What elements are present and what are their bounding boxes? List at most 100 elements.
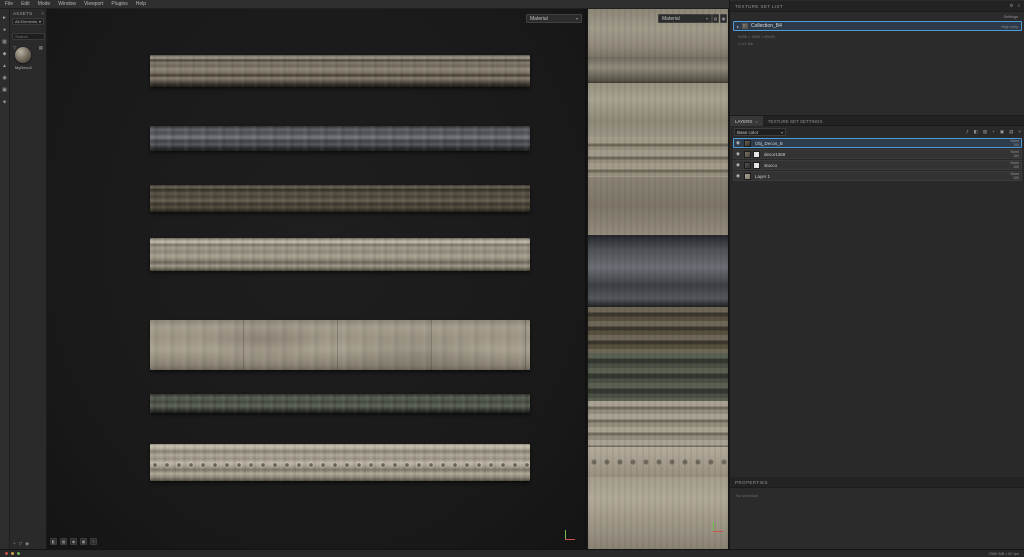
menu-plugins[interactable]: Plugins	[111, 1, 127, 7]
shading-mode-value: Material	[530, 15, 548, 22]
viewport-menu-icon[interactable]: ≡	[90, 538, 97, 545]
opacity-field[interactable]: 100	[1013, 154, 1019, 158]
axis-gizmo-2d	[711, 521, 723, 533]
application-window: File Edit Mode Window Viewport Plugins H…	[0, 0, 1024, 557]
tab-settings-label: TEXTURE SET SETTINGS	[767, 119, 823, 124]
paint-tool-icon[interactable]: ●	[1, 27, 8, 34]
trim-mesh-5[interactable]	[150, 320, 530, 370]
camera-settings-icon[interactable]: ◧	[50, 538, 57, 545]
delete-layer-icon[interactable]: ×	[1018, 129, 1021, 135]
layer-thumbnail[interactable]	[744, 150, 751, 158]
layer-name: decor1369	[764, 151, 786, 157]
filter-assets-icon[interactable]: ▽	[19, 541, 22, 547]
visibility-eye-icon[interactable]: ◉	[736, 173, 744, 179]
axis-gizmo-3d	[563, 529, 575, 541]
texture-set-detail: High poly	[1001, 23, 1018, 29]
visibility-eye-icon[interactable]: ◉	[736, 162, 744, 168]
tab-layers-label: LAYERS	[735, 119, 753, 124]
uv-padding-toggle-icon[interactable]: ▤	[712, 14, 719, 23]
visibility-eye-icon[interactable]: ◉	[736, 140, 744, 146]
ok-indicator	[17, 552, 20, 555]
trim-mesh-3[interactable]	[150, 185, 530, 212]
material-thumbnail[interactable]	[15, 47, 31, 63]
layer-mask-thumbnail[interactable]	[753, 150, 760, 158]
assets-search-input[interactable]	[12, 33, 45, 40]
layer-thumbnail[interactable]	[744, 172, 751, 180]
add-paint-layer-icon[interactable]: +	[992, 129, 995, 135]
material-thumbnail-label: MyDeco2	[15, 65, 32, 70]
layer-mask-thumbnail[interactable]	[753, 161, 760, 169]
texture-noise-overlay	[588, 9, 728, 549]
expander-icon[interactable]: ▸	[737, 24, 739, 29]
polygon-fill-tool-icon[interactable]: ▲	[1, 63, 8, 70]
grid-view-icon[interactable]: ▦	[39, 45, 43, 51]
tiling-toggle-icon[interactable]: ▣	[720, 14, 727, 23]
select-tool-icon[interactable]: ►	[1, 15, 8, 22]
assets-panel: ASSETS × All Elements ▾ ▽ ▦ MyDeco2 + ▽ …	[10, 9, 47, 549]
status-bar: 2980 MB • 60 fps	[0, 549, 1024, 557]
layer-name: Layer 1	[755, 173, 771, 179]
material-picker-tool-icon[interactable]: ◈	[1, 99, 8, 106]
layer-name: Obj_Decos_B	[755, 140, 783, 146]
smudge-tool-icon[interactable]: ◉	[1, 75, 8, 82]
clone-tool-icon[interactable]: ▣	[1, 87, 8, 94]
environment-icon[interactable]: ◉	[70, 538, 77, 545]
layer-thumbnail[interactable]	[744, 161, 751, 169]
menubar: File Edit Mode Window Viewport Plugins H…	[0, 0, 729, 9]
asset-info-icon[interactable]: ◉	[25, 541, 29, 547]
shading-mode-value-2d: Material	[662, 15, 680, 22]
right-panel: TEXTURE SET LIST ⚙ ≡ Settings ▸ Collecti…	[729, 0, 1024, 549]
layer-row[interactable]: ◉ Obj_Decos_B Norm 100	[733, 138, 1022, 148]
layer-row[interactable]: ◉ Layer 1 Norm 100	[733, 171, 1022, 181]
uv-texture-view[interactable]	[588, 9, 728, 549]
close-icon[interactable]: ×	[41, 11, 44, 16]
shading-mode-select-2d[interactable]: Material ▾	[658, 14, 712, 23]
trim-mesh-4[interactable]	[150, 238, 530, 271]
close-icon[interactable]: ×	[755, 119, 757, 124]
opacity-field[interactable]: 100	[1013, 165, 1019, 169]
warning-indicator[interactable]	[11, 552, 14, 555]
projection-tool-icon[interactable]: ◆	[1, 51, 8, 58]
texture-set-meta-1: 4096 × 4096 • sRGB	[738, 34, 775, 39]
layer-thumbnail[interactable]	[744, 139, 751, 147]
display-settings-icon[interactable]: ▦	[60, 538, 67, 545]
visibility-eye-icon[interactable]: ◉	[736, 151, 744, 157]
texture-set-row[interactable]: ▸ Collection_B4 High poly	[733, 21, 1022, 31]
layer-row[interactable]: ◉ stucco Norm 100	[733, 160, 1022, 170]
add-mask-icon[interactable]: ◧	[974, 129, 978, 135]
add-group-icon[interactable]: ▣	[1000, 129, 1004, 135]
add-effect-icon[interactable]: ƒ	[966, 129, 969, 135]
menu-icon[interactable]: ≡	[1017, 3, 1020, 9]
texture-set-swatch	[742, 23, 749, 29]
add-smart-material-icon[interactable]: ▤	[1009, 129, 1013, 135]
trim-mesh-6[interactable]	[150, 394, 530, 413]
menu-window[interactable]: Window	[58, 1, 76, 7]
channel-filter-select[interactable]: Base color ▾	[734, 128, 786, 136]
assets-category-select[interactable]: All Elements ▾	[12, 18, 44, 25]
eraser-tool-icon[interactable]: ▦	[1, 39, 8, 46]
chevron-down-icon: ▾	[575, 16, 578, 21]
menu-edit[interactable]: Edit	[21, 1, 30, 7]
chevron-down-icon: ▾	[705, 16, 708, 21]
opacity-field[interactable]: 100	[1013, 143, 1019, 147]
trim-mesh-7[interactable]	[150, 444, 530, 481]
error-indicator[interactable]	[5, 552, 8, 555]
shading-mode-select[interactable]: Material ▾	[526, 14, 582, 23]
gear-icon[interactable]: ⚙	[1009, 3, 1013, 9]
menu-help[interactable]: Help	[136, 1, 146, 7]
trim-mesh-1[interactable]	[150, 55, 530, 87]
add-fill-layer-icon[interactable]: ▨	[983, 129, 987, 135]
opacity-field[interactable]: 100	[1013, 176, 1019, 180]
texture-set-settings-link[interactable]: Settings	[1004, 14, 1018, 19]
texture-set-meta-2: 1 UV tile	[738, 41, 754, 46]
menu-viewport[interactable]: Viewport	[84, 1, 103, 7]
menu-file[interactable]: File	[5, 1, 13, 7]
trim-mesh-2[interactable]	[150, 126, 530, 151]
properties-empty-text: No selection	[736, 493, 759, 498]
viewport-3d[interactable]: Material ▾ ◧ ▦ ◉ ▣ ≡	[47, 9, 585, 549]
shadows-toggle-icon[interactable]: ▣	[80, 538, 87, 545]
layer-row[interactable]: ◉ decor1369 Norm 100	[733, 149, 1022, 159]
menu-mode[interactable]: Mode	[38, 1, 51, 7]
import-assets-icon[interactable]: +	[13, 541, 16, 547]
viewport-2d[interactable]: Material ▾ ▤ ▣	[585, 9, 729, 549]
